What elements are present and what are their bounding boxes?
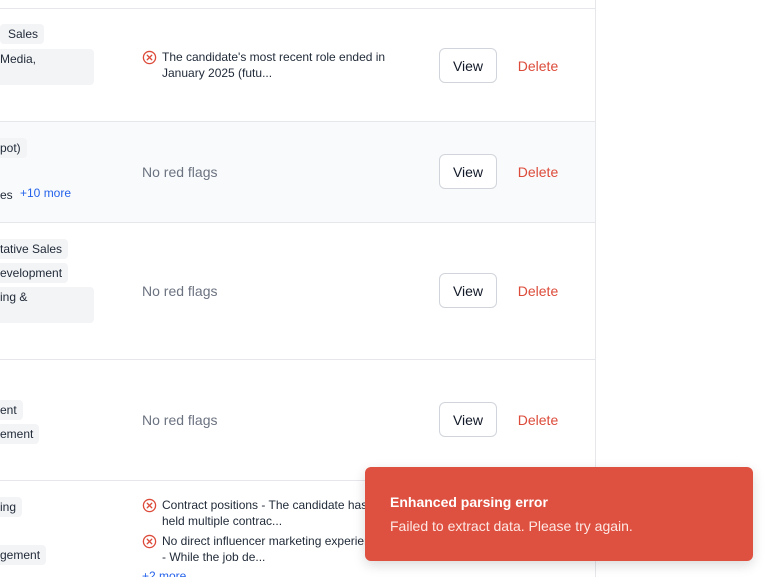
table-row: Sales Media, The candidate's most recent…: [0, 9, 595, 122]
view-button[interactable]: View: [439, 154, 497, 189]
skill-tag: ent: [0, 400, 23, 420]
toast-message: Failed to extract data. Please try again…: [390, 518, 633, 534]
skill-tag: es: [0, 188, 13, 202]
skill-tag: gement: [0, 545, 47, 565]
error-toast[interactable]: Enhanced parsing error Failed to extract…: [365, 467, 753, 561]
delete-button[interactable]: Delete: [508, 154, 568, 189]
skill-tag: Media,: [0, 49, 94, 85]
skill-tag: ing: [0, 497, 23, 517]
skill-tag-label: ing &: [0, 290, 28, 304]
no-red-flags-text: No red flags: [142, 412, 218, 428]
table-row: ent ement No red flags View Delete: [0, 360, 595, 481]
no-red-flags-text: No red flags: [142, 164, 218, 180]
x-circle-icon: [142, 50, 157, 65]
skill-tag-label: Media,: [0, 52, 37, 66]
no-red-flags-text: No red flags: [142, 283, 218, 299]
view-button[interactable]: View: [439, 273, 497, 308]
table-row: pot) es +10 more No red flags View Delet…: [0, 122, 595, 223]
x-circle-icon: [142, 498, 157, 513]
view-button[interactable]: View: [439, 48, 497, 83]
skill-tag: tative Sales: [0, 239, 69, 259]
skill-tag: evelopment: [0, 263, 69, 283]
skill-tag: ing &: [0, 287, 94, 323]
red-flag-text: Contract positions - The candidate has h…: [162, 498, 368, 528]
red-flag-text: The candidate's most recent role ended i…: [162, 50, 386, 80]
red-flag-item: The candidate's most recent role ended i…: [142, 49, 387, 81]
red-flag-text: No direct influencer marketing experienc…: [162, 534, 384, 564]
more-red-flags-link[interactable]: +2 more: [142, 569, 186, 577]
skill-tag: Sales: [0, 24, 45, 44]
x-circle-icon: [142, 534, 157, 549]
delete-button[interactable]: Delete: [508, 273, 568, 308]
delete-button[interactable]: Delete: [508, 48, 568, 83]
red-flag-item: Contract positions - The candidate has h…: [142, 497, 387, 529]
table-row-previous: [0, 0, 595, 9]
view-button[interactable]: View: [439, 402, 497, 437]
skill-tag: ement: [0, 424, 40, 444]
skill-tag: pot): [0, 138, 27, 158]
delete-button[interactable]: Delete: [508, 402, 568, 437]
toast-title: Enhanced parsing error: [390, 494, 548, 510]
more-skills-link[interactable]: +10 more: [20, 186, 71, 200]
red-flag-item: No direct influencer marketing experienc…: [142, 533, 387, 565]
table-row: tative Sales evelopment ing & No red fla…: [0, 223, 595, 360]
